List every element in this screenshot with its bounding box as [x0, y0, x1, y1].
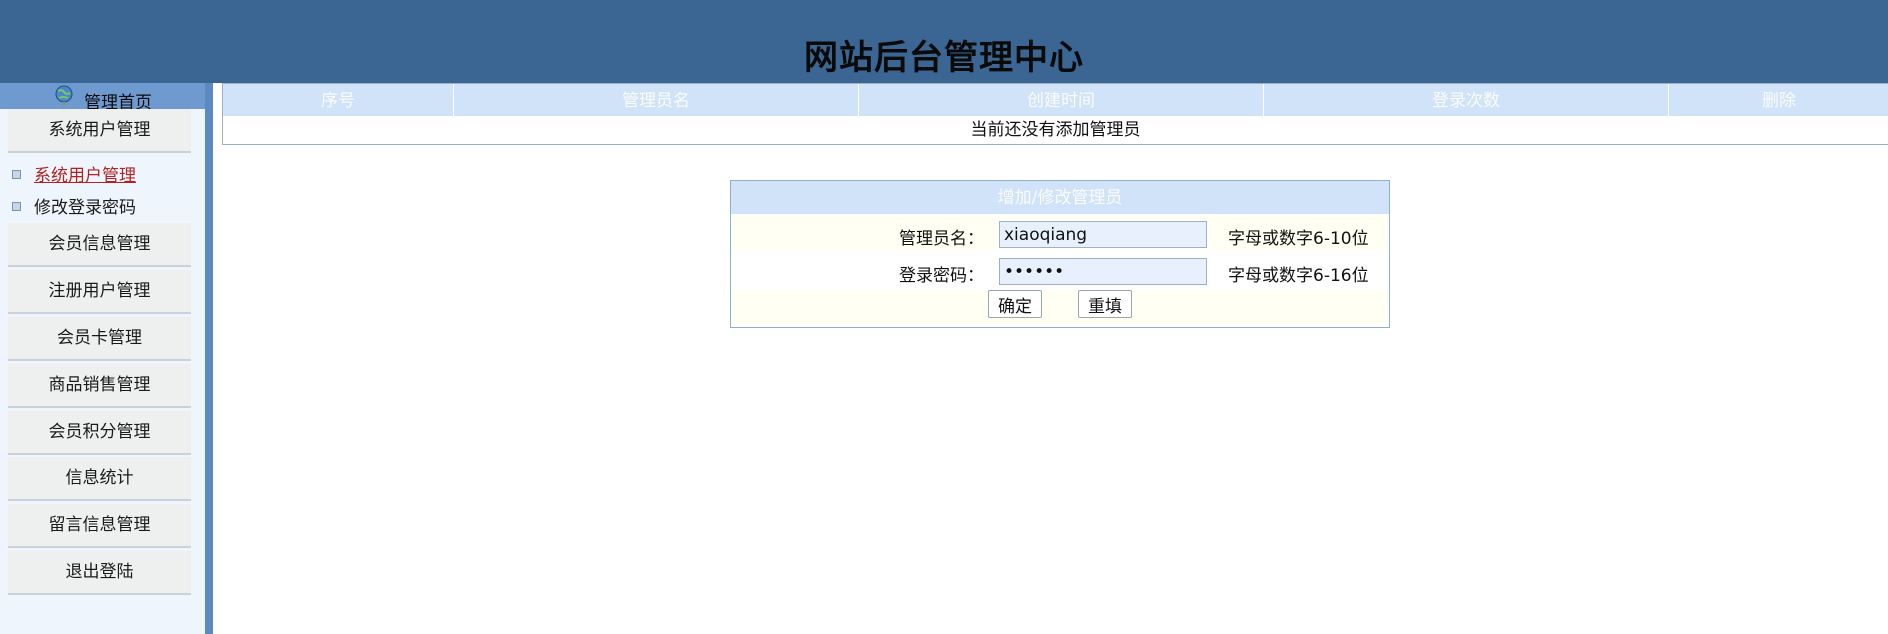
admin-table: 序号 管理员名 创建时间 登录次数 删除 当前还没有添加管理员: [222, 83, 1888, 145]
password-input[interactable]: [999, 258, 1207, 285]
password-hint: 字母或数字6-16位: [1228, 266, 1369, 286]
button-row: 确定 重填: [731, 290, 1389, 324]
menu-member-card[interactable]: 会员卡管理: [8, 317, 191, 361]
reset-button[interactable]: 重填: [1078, 290, 1132, 318]
col-header-index: 序号: [223, 84, 454, 116]
page-title: 网站后台管理中心: [804, 38, 1084, 78]
globe-icon: [55, 85, 73, 105]
menu-statistics[interactable]: 信息统计: [8, 457, 191, 501]
menu-system-users[interactable]: 系统用户管理: [8, 109, 191, 153]
top-banner: 网站后台管理中心: [0, 0, 1888, 83]
col-header-delete: 删除: [1762, 91, 1796, 111]
sidebar-divider: [205, 83, 213, 634]
submit-button[interactable]: 确定: [988, 290, 1042, 318]
sidebar-home[interactable]: 管理首页: [0, 83, 205, 113]
username-row: 管理员名： 字母或数字6-10位: [731, 216, 1389, 250]
admin-form: 增加/修改管理员 管理员名： 字母或数字6-10位 登录密码： 字母或数字6-1…: [730, 180, 1390, 328]
menu-logout[interactable]: 退出登陆: [8, 551, 191, 595]
username-input[interactable]: [999, 221, 1207, 248]
submenu-system-users[interactable]: 系统用户管理: [12, 161, 136, 186]
form-title: 增加/修改管理员: [731, 181, 1389, 214]
menu-member-points[interactable]: 会员积分管理: [8, 411, 191, 455]
submenu-label: 修改登录密码: [34, 198, 136, 218]
col-header-admin-name: 管理员名: [454, 84, 859, 116]
sidebar: 管理首页 系统用户管理 系统用户管理 修改登录密码 会员信息管理 注册用户管理 …: [0, 83, 205, 634]
menu-member-info[interactable]: 会员信息管理: [8, 223, 191, 267]
table-header: 序号 管理员名 创建时间 登录次数 删除: [223, 84, 1888, 116]
password-label: 登录密码：: [899, 266, 984, 286]
submenu-label: 系统用户管理: [34, 166, 136, 186]
col-header-login-count: 登录次数: [1264, 84, 1669, 116]
username-label: 管理员名：: [899, 229, 984, 249]
menu-registered-users[interactable]: 注册用户管理: [8, 270, 191, 314]
col-header-created-time: 创建时间: [859, 84, 1264, 116]
empty-message: 当前还没有添加管理员: [970, 120, 1141, 140]
square-bullet-icon: [12, 169, 21, 179]
menu-messages[interactable]: 留言信息管理: [8, 504, 191, 548]
password-row: 登录密码： 字母或数字6-16位: [731, 253, 1389, 287]
username-hint: 字母或数字6-10位: [1228, 229, 1369, 249]
menu-product-sales[interactable]: 商品销售管理: [8, 364, 191, 408]
square-bullet-icon: [12, 201, 21, 211]
submenu-change-password[interactable]: 修改登录密码: [12, 193, 136, 218]
